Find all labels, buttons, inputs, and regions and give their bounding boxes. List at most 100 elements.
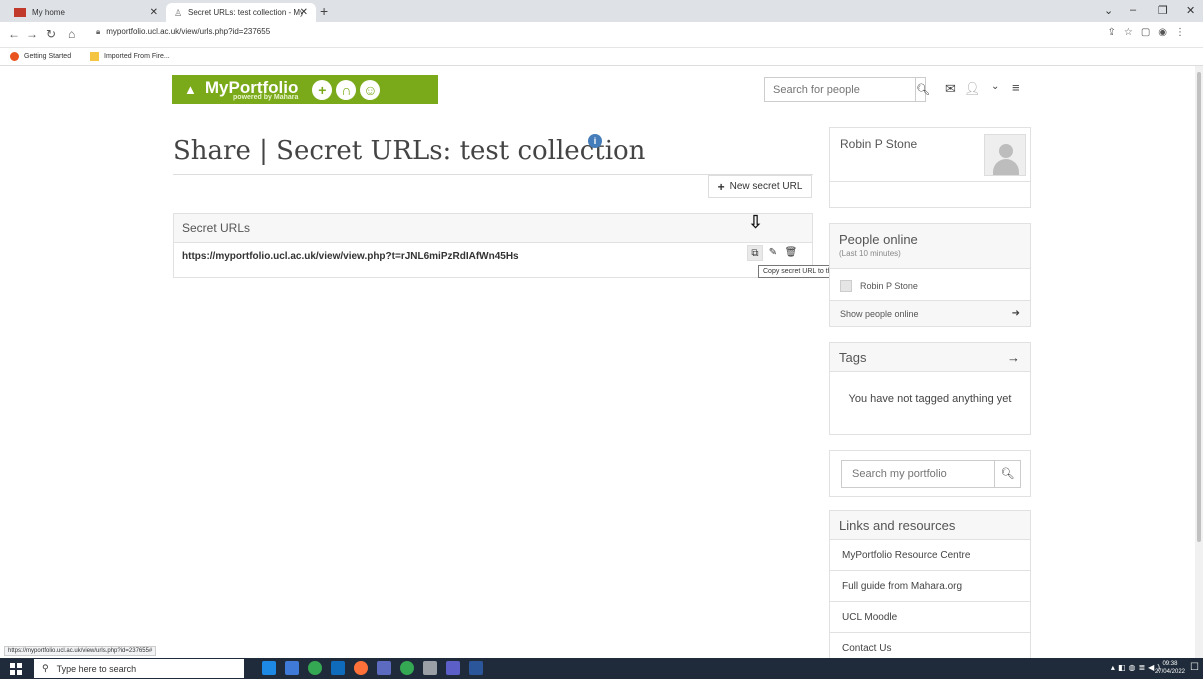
chevron-down-icon[interactable]: ⌄ [991, 81, 999, 92]
user-menu-icon[interactable]: 👤︎ [964, 81, 981, 97]
plus-icon: + [717, 179, 725, 194]
logo-circles: + ∩ ☺ [312, 79, 381, 100]
new-secret-url-button[interactable]: + New secret URL [708, 175, 812, 198]
lock-circle-icon: ∩ [336, 79, 357, 100]
taskbar-search[interactable]: ⚲ Type here to search [34, 659, 244, 678]
minimize-icon[interactable]: – [1130, 4, 1136, 16]
firefox-icon[interactable] [354, 661, 368, 675]
chrome-icon[interactable] [308, 661, 322, 675]
search-icon[interactable]: 🔍︎ [916, 83, 930, 96]
links-block: Links and resources MyPortfolio Resource… [829, 510, 1031, 662]
tab-my-home[interactable]: My home ✕ [6, 3, 166, 22]
person-avatar-icon [840, 280, 852, 292]
restore-icon[interactable]: ❐ [1158, 4, 1168, 17]
home-icon[interactable]: ⌂ [68, 27, 75, 41]
portfolio-search: 🔍︎ [841, 460, 1021, 488]
arrow-right-icon[interactable]: → [1007, 343, 1020, 372]
browser-toolbar-icons[interactable]: ⇪☆▢◉⋮ [1107, 27, 1193, 38]
app-icon[interactable] [423, 661, 437, 675]
close-tab-icon[interactable]: ✕ [300, 7, 308, 18]
notification-icon[interactable]: ☐ [1190, 662, 1199, 673]
tags-block: Tags → You have not tagged anything yet [829, 342, 1031, 435]
secret-urls-panel: Secret URLs https://myportfolio.ucl.ac.u… [173, 213, 813, 278]
plus-circle-icon: + [312, 79, 333, 100]
link-ucl-moodle[interactable]: UCL Moodle [830, 602, 1030, 633]
file-explorer-icon[interactable] [285, 661, 299, 675]
address-bar-row: ← → ↻ ⌂ 🔒︎ myportfolio.ucl.ac.uk/view/url… [0, 22, 1203, 48]
profile-divider [830, 181, 1030, 182]
delete-icon[interactable]: 🗑︎ [783, 245, 799, 261]
row-actions: ⧉ ✎ 🗑︎ [747, 245, 799, 261]
close-tab-icon[interactable]: ✕ [150, 7, 158, 18]
search-icon[interactable]: 🔍︎ [995, 461, 1020, 487]
teams-icon[interactable] [446, 661, 460, 675]
page-title: Share | Secret URLs: test collection [173, 136, 646, 166]
link-mahara-guide[interactable]: Full guide from Mahara.org [830, 571, 1030, 602]
edit-icon[interactable]: ✎ [765, 245, 781, 261]
avatar-head [999, 144, 1013, 158]
link-resource-centre[interactable]: MyPortfolio Resource Centre [830, 540, 1030, 571]
word-icon[interactable] [469, 661, 483, 675]
bookmark-imported[interactable]: Imported From Fire... [90, 52, 170, 61]
clock-date: 27/04/2022 [1154, 669, 1185, 675]
taskbar-apps [262, 661, 483, 675]
people-search-input[interactable] [765, 78, 916, 101]
tags-empty-message: You have not tagged anything yet [848, 393, 1012, 405]
scrollbar-thumb[interactable] [1197, 72, 1201, 542]
bookmark-getting-started[interactable]: Getting Started [10, 52, 71, 61]
new-tab-button[interactable]: + [320, 3, 328, 19]
tab-favicon-icon [14, 8, 26, 17]
people-online-title: People online [839, 232, 918, 247]
brand-name: MyPortfolio [204, 77, 299, 97]
people-online-block: People online (Last 10 minutes) Robin P … [829, 223, 1031, 327]
links-title: Links and resources [830, 511, 1030, 540]
forward-icon[interactable]: → [26, 27, 38, 41]
new-secret-url-label: New secret URL [729, 181, 803, 192]
copy-icon[interactable]: ⧉ [747, 245, 763, 261]
close-window-icon[interactable]: ✕ [1186, 4, 1195, 17]
lock-icon: 🔒︎ [96, 27, 101, 36]
tab-favicon-icon: ♙ [174, 8, 183, 18]
taskbar-clock[interactable]: 09:38 27/04/2022 [1155, 660, 1185, 676]
bookmarks-bar: Getting Started Imported From Fire... [0, 48, 1203, 66]
windows-start-icon[interactable] [10, 663, 22, 675]
outlook-icon[interactable] [331, 661, 345, 675]
tab-title: Secret URLs: test collection - My [188, 8, 305, 17]
show-people-online-link[interactable]: Show people online ➜ [830, 300, 1030, 326]
online-person[interactable]: Robin P Stone [840, 280, 918, 292]
tab-secret-urls[interactable]: ♙ Secret URLs: test collection - My ✕ [166, 3, 316, 22]
people-search: 🔍︎ [764, 77, 930, 102]
url-field[interactable]: 🔒︎ myportfolio.ucl.ac.uk/view/urls.php?id… [96, 27, 270, 37]
clock-time: 09:38 [1162, 661, 1178, 667]
avatar-body [993, 159, 1019, 175]
firefox-icon [10, 52, 19, 61]
edge-icon[interactable] [262, 661, 276, 675]
profile-name[interactable]: Robin P Stone [840, 137, 917, 151]
folder-icon [90, 52, 99, 61]
portfolio-search-input[interactable] [842, 461, 995, 487]
tab-title: My home [32, 8, 65, 17]
brand: MyPortfolio powered by Mahara [205, 79, 299, 101]
panel-title: Secret URLs [174, 214, 812, 243]
browser-tab-bar: My home ✕ ♙ Secret URLs: test collection… [0, 0, 1203, 22]
people-online-header: People online (Last 10 minutes) [830, 224, 1030, 269]
app-icon[interactable] [377, 661, 391, 675]
show-people-online-label: Show people online [840, 309, 919, 319]
online-person-name: Robin P Stone [860, 281, 918, 291]
people-circle-icon: ☺ [360, 79, 381, 100]
tags-header[interactable]: Tags → [830, 343, 1030, 372]
back-icon[interactable]: ← [8, 27, 20, 41]
reload-icon[interactable]: ↻ [46, 27, 56, 41]
taskbar-search-placeholder: Type here to search [56, 663, 137, 674]
tab-search-icon[interactable]: ⌄ [1104, 4, 1113, 17]
mail-icon[interactable]: ✉ [945, 81, 956, 97]
chrome-icon[interactable] [400, 661, 414, 675]
windows-taskbar: ⚲ Type here to search ▴◧◍≣◀) 09:38 27/04… [0, 658, 1203, 679]
myportfolio-logo[interactable]: ▲ MyPortfolio powered by Mahara + ∩ ☺ [172, 75, 438, 104]
status-bar-url: https://myportfolio.ucl.ac.uk/view/urls.… [4, 646, 157, 656]
info-icon[interactable]: i [588, 134, 602, 148]
tags-title: Tags [839, 350, 867, 365]
avatar[interactable] [984, 134, 1026, 176]
hamburger-menu-icon[interactable]: ≡ [1012, 80, 1020, 95]
circle-arrow-right-icon: ➜ [1011, 308, 1020, 319]
